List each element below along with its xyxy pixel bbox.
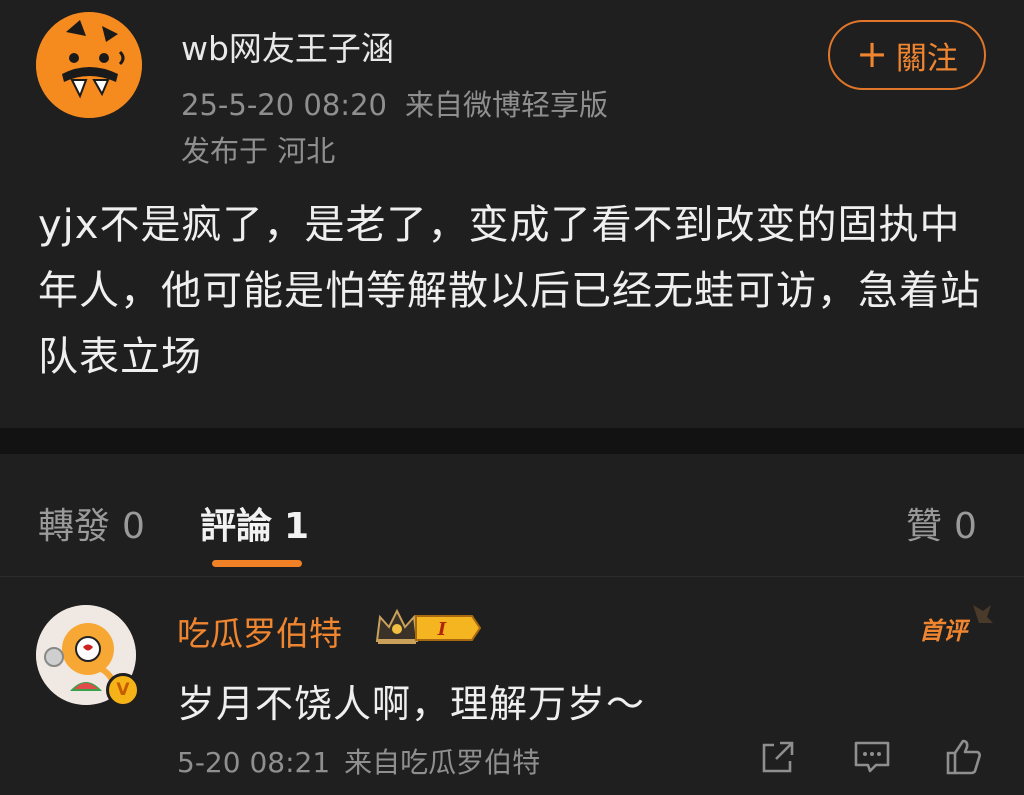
post-location: 发布于 河北 bbox=[181, 134, 336, 168]
post-source[interactable]: 来自微博轻享版 bbox=[405, 88, 608, 122]
tab-likes-count: 0 bbox=[954, 506, 977, 547]
follow-label: 關注 bbox=[895, 40, 958, 77]
level-badge: I bbox=[415, 615, 482, 641]
comment-meta: 5-20 08:21 来自吃瓜罗伯特 bbox=[177, 741, 540, 781]
comment-timestamp: 5-20 08:21 bbox=[177, 746, 331, 779]
tab-likes-label: 贊 bbox=[906, 506, 943, 547]
tab-repost-count: 0 bbox=[122, 506, 145, 547]
like-icon[interactable] bbox=[944, 737, 984, 777]
share-icon[interactable] bbox=[758, 737, 798, 777]
level-text: I bbox=[437, 619, 447, 640]
tab-likes[interactable]: 贊0 bbox=[906, 497, 977, 549]
tab-repost[interactable]: 轉發 0 bbox=[38, 497, 145, 549]
plus-icon: + bbox=[856, 31, 888, 76]
comment-item: V 吃瓜罗伯特 I 首评 岁月不饶人啊，理解万岁～ 5-20 08:21 来自吃瓜… bbox=[0, 577, 1024, 795]
comment-source[interactable]: 来自吃瓜罗伯特 bbox=[344, 746, 540, 779]
author-avatar[interactable] bbox=[36, 12, 142, 118]
post-meta: 25-5-20 08:20 来自微博轻享版 bbox=[181, 82, 608, 124]
author-name[interactable]: wb网友王子涵 bbox=[181, 22, 394, 70]
tab-comments[interactable]: 評論 1 bbox=[200, 497, 309, 549]
first-comment-label: 首评 bbox=[919, 617, 971, 645]
tab-repost-label: 轉發 bbox=[38, 506, 111, 547]
tab-comments-count: 1 bbox=[284, 506, 310, 547]
first-comment-badge: 首评 bbox=[919, 605, 993, 645]
active-tab-indicator bbox=[212, 560, 302, 567]
post-timestamp: 25-5-20 08:20 bbox=[181, 88, 387, 122]
reply-icon[interactable] bbox=[852, 737, 892, 777]
follow-button[interactable]: + 關注 bbox=[828, 20, 986, 90]
post-body: yjx不是疯了，是老了，变成了看不到改变的固执中年人，他可能是怕等解散以后已经无… bbox=[38, 202, 981, 380]
tab-comments-label: 評論 bbox=[200, 506, 273, 547]
cartoon-face-icon bbox=[36, 12, 142, 118]
post-card: wb网友王子涵 25-5-20 08:20 来自微博轻享版 发布于 河北 + 關注… bbox=[0, 0, 1024, 428]
verified-badge: V bbox=[106, 673, 140, 707]
commenter-name[interactable]: 吃瓜罗伯特 bbox=[177, 607, 342, 655]
comment-text: 岁月不饶人啊，理解万岁～ bbox=[177, 682, 646, 726]
interaction-tabs: 轉發 0 評論 1 贊0 bbox=[0, 454, 1024, 576]
section-divider bbox=[0, 428, 1024, 454]
